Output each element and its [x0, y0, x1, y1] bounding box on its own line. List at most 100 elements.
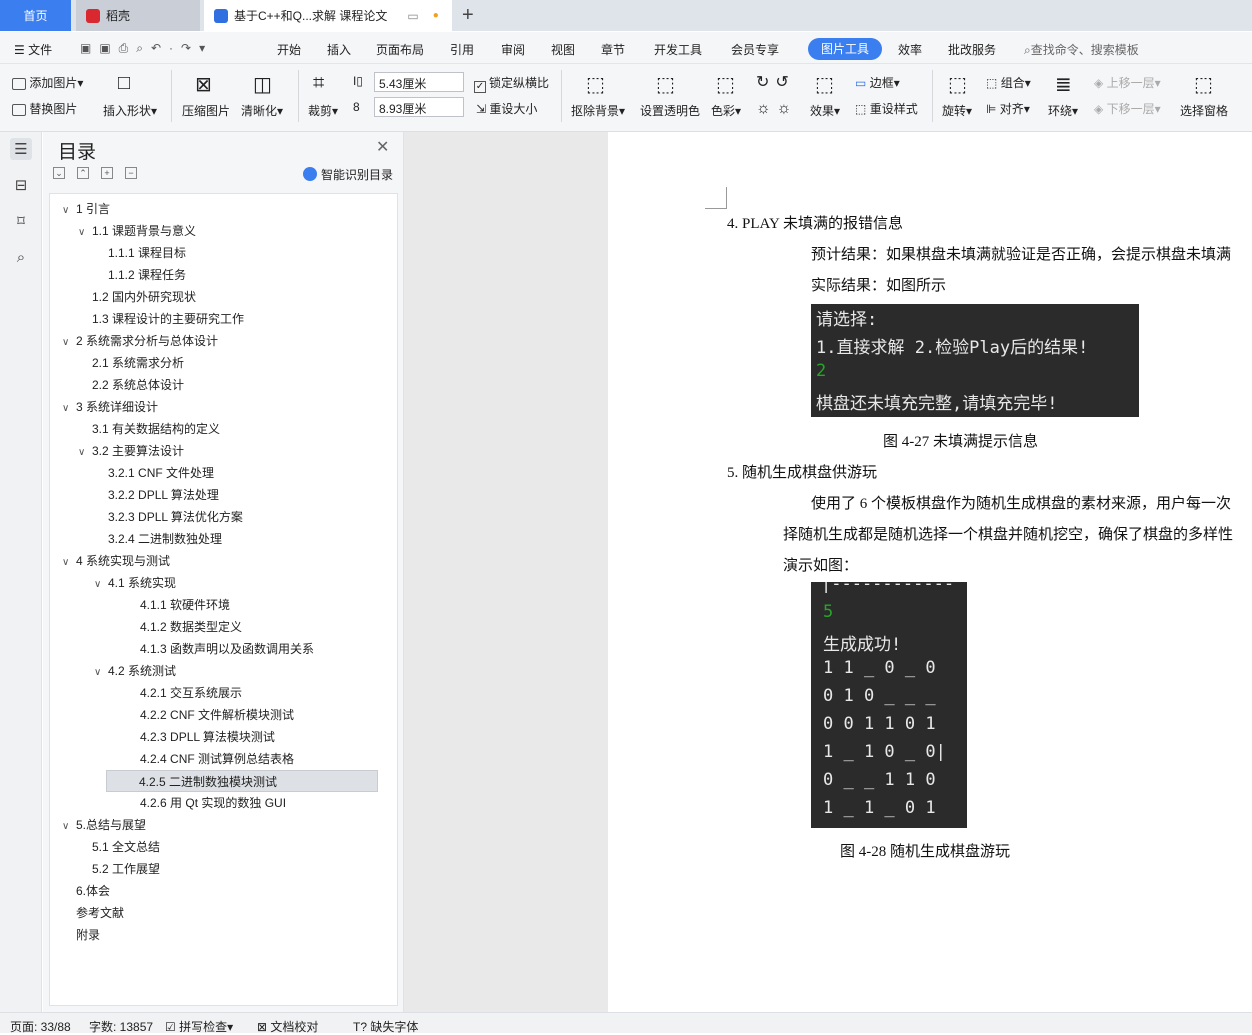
color-button[interactable]: 色彩▾: [711, 102, 741, 119]
chevron-down-icon[interactable]: ∨: [62, 200, 76, 222]
effect-button[interactable]: 效果▾: [810, 102, 840, 119]
reset-size-button[interactable]: ⇲ 重设大小: [476, 100, 537, 117]
chevron-down-icon[interactable]: ∨: [94, 662, 108, 684]
compress-picture-button[interactable]: 压缩图片: [182, 102, 230, 119]
crop-button[interactable]: 裁剪▾: [308, 102, 338, 119]
toc-item[interactable]: 1.3 课程设计的主要研究工作: [78, 308, 244, 330]
menu-member[interactable]: 会员专享: [731, 41, 779, 58]
toc-item[interactable]: 4.2.3 DPLL 算法模块测试: [126, 726, 275, 748]
chevron-down-icon[interactable]: ∨: [62, 552, 76, 574]
toc-item[interactable]: ∨ 5.总结与展望: [62, 814, 146, 836]
chevron-down-icon[interactable]: ∨: [78, 222, 92, 244]
add-heading-icon[interactable]: +: [101, 167, 113, 179]
menu-layout[interactable]: 页面布局: [376, 41, 424, 58]
insert-shape-button[interactable]: 插入形状▾: [103, 102, 157, 119]
reset-style-button[interactable]: ⬚ 重设样式: [855, 100, 918, 117]
toc-item[interactable]: 4.2.5 二进制数独模块测试: [106, 770, 378, 792]
chevron-down-icon[interactable]: ∨: [94, 574, 108, 596]
quick-access-icons[interactable]: ▣▣⎙⌕↶·↷▾: [80, 41, 213, 56]
group-button[interactable]: ⬚ 组合▾: [986, 74, 1031, 91]
window-restore-icon[interactable]: ▭: [407, 9, 418, 23]
toc-item[interactable]: 3.2.2 DPLL 算法处理: [94, 484, 219, 506]
expand-all-icon[interactable]: ⌄: [53, 167, 65, 179]
tab-home[interactable]: 首页: [0, 0, 71, 31]
align-button[interactable]: ⊫ 对齐▾: [986, 100, 1030, 117]
bookmark-icon[interactable]: ⌑: [10, 210, 32, 232]
toc-item[interactable]: 5.1 全文总结: [78, 836, 160, 858]
menu-chapter[interactable]: 章节: [601, 41, 625, 58]
wrap-button[interactable]: 环绕▾: [1048, 102, 1078, 119]
toc-item[interactable]: 2.1 系统需求分析: [78, 352, 184, 374]
toc-item[interactable]: 3.2.4 二进制数独处理: [94, 528, 222, 550]
close-icon[interactable]: ✕: [376, 137, 389, 157]
toc-item[interactable]: 2.2 系统总体设计: [78, 374, 184, 396]
menu-references[interactable]: 引用: [450, 41, 474, 58]
chevron-down-icon[interactable]: ∨: [62, 332, 76, 354]
proofread-button[interactable]: ⊠ 文档校对: [257, 1018, 318, 1035]
clarify-button[interactable]: 清晰化▾: [241, 102, 283, 119]
chevron-down-icon[interactable]: ∨: [62, 816, 76, 838]
smart-toc-button[interactable]: 智能识别目录: [303, 166, 393, 183]
menu-efficiency[interactable]: 效率: [898, 41, 922, 58]
new-tab-plus-icon[interactable]: +: [462, 4, 474, 27]
missing-font-button[interactable]: T? 缺失字体: [353, 1018, 418, 1035]
toc-item[interactable]: ∨ 2 系统需求分析与总体设计: [62, 330, 218, 352]
toc-item[interactable]: 4.1.1 软硬件环境: [126, 594, 230, 616]
toc-item[interactable]: ∨ 4.1 系统实现: [94, 572, 176, 594]
lock-ratio-checkbox[interactable]: ✓ 锁定纵横比: [474, 74, 549, 93]
spell-check-button[interactable]: ☑ 拼写检查▾: [165, 1018, 233, 1035]
terminal-image-1[interactable]: 请选择: 1.直接求解 2.检验Play后的结果! 2 棋盘还未填充完整,请填充…: [811, 304, 1139, 417]
send-backward-button[interactable]: ◈ 下移一层▾: [1094, 100, 1161, 117]
document-page[interactable]: [608, 132, 1252, 1012]
menu-insert[interactable]: 插入: [327, 41, 351, 58]
word-count[interactable]: 字数: 13857: [89, 1018, 153, 1035]
toc-item[interactable]: ∨ 4.2 系统测试: [94, 660, 176, 682]
toc-item[interactable]: 附录: [62, 924, 100, 946]
selection-pane-button[interactable]: 选择窗格: [1180, 102, 1228, 119]
toc-item[interactable]: 1.2 国内外研究现状: [78, 286, 196, 308]
toc-item[interactable]: 参考文献: [62, 902, 124, 924]
brightness-icons[interactable]: ☼☼: [756, 100, 797, 118]
toc-panel-icon[interactable]: ☰: [10, 138, 32, 160]
toc-item[interactable]: ∨ 3 系统详细设计: [62, 396, 158, 418]
border-button[interactable]: ▭ 边框▾: [855, 74, 900, 91]
toc-item[interactable]: 1.1.2 课程任务: [94, 264, 186, 286]
replace-picture-button[interactable]: 替换图片: [12, 100, 77, 117]
collapse-all-icon[interactable]: ⌃: [77, 167, 89, 179]
rotate-mini-icons[interactable]: ↻↺: [756, 72, 795, 92]
toc-item[interactable]: 6.体会: [62, 880, 110, 902]
menu-picture-tools[interactable]: 图片工具: [808, 38, 882, 60]
toc-item[interactable]: 1.1.1 课程目标: [94, 242, 186, 264]
toc-item[interactable]: 4.1.3 函数声明以及函数调用关系: [126, 638, 314, 660]
page-indicator[interactable]: 页面: 33/88: [10, 1018, 71, 1035]
toc-item[interactable]: 4.2.1 交互系统展示: [126, 682, 242, 704]
menu-developer[interactable]: 开发工具: [654, 41, 702, 58]
toc-item[interactable]: 3.2.1 CNF 文件处理: [94, 462, 214, 484]
chevron-down-icon[interactable]: ∨: [78, 442, 92, 464]
toc-item[interactable]: ∨ 1 引言: [62, 198, 110, 220]
tab-docer[interactable]: 稻壳: [76, 0, 200, 31]
chapter-nav-icon[interactable]: ⊟: [10, 174, 32, 196]
width-field[interactable]: 8.93厘米: [374, 97, 464, 117]
tab-document[interactable]: 基于C++和Q...求解 课程论文 ▭ ●: [204, 0, 452, 31]
menu-view[interactable]: 视图: [551, 41, 575, 58]
terminal-image-2[interactable]: |------------ 5 生成成功! 1 1 _ 0 _ 0 0 1 0 …: [811, 582, 967, 828]
toc-item[interactable]: 4.2.6 用 Qt 实现的数独 GUI: [126, 792, 286, 814]
add-picture-button[interactable]: 添加图片▾: [12, 74, 83, 91]
toc-item[interactable]: 3.2.3 DPLL 算法优化方案: [94, 506, 243, 528]
toc-item[interactable]: ∨ 1.1 课题背景与意义: [78, 220, 196, 242]
toc-item[interactable]: 4.2.2 CNF 文件解析模块测试: [126, 704, 294, 726]
toc-item[interactable]: ∨ 3.2 主要算法设计: [78, 440, 184, 462]
set-transparent-button[interactable]: 设置透明色: [640, 102, 700, 119]
toc-item[interactable]: 5.2 工作展望: [78, 858, 160, 880]
toc-item[interactable]: 3.1 有关数据结构的定义: [78, 418, 220, 440]
remove-heading-icon[interactable]: −: [125, 167, 137, 179]
bring-forward-button[interactable]: ◈ 上移一层▾: [1094, 74, 1161, 91]
chevron-down-icon[interactable]: ∨: [62, 398, 76, 420]
toc-item[interactable]: 4.1.2 数据类型定义: [126, 616, 242, 638]
menu-review[interactable]: 审阅: [501, 41, 525, 58]
rotate-button[interactable]: 旋转▾: [942, 102, 972, 119]
height-field[interactable]: 5.43厘米: [374, 72, 464, 92]
toc-item[interactable]: 4.2.4 CNF 测试算例总结表格: [126, 748, 294, 770]
command-search[interactable]: ⌕查找命令、搜索模板: [1024, 41, 1139, 58]
